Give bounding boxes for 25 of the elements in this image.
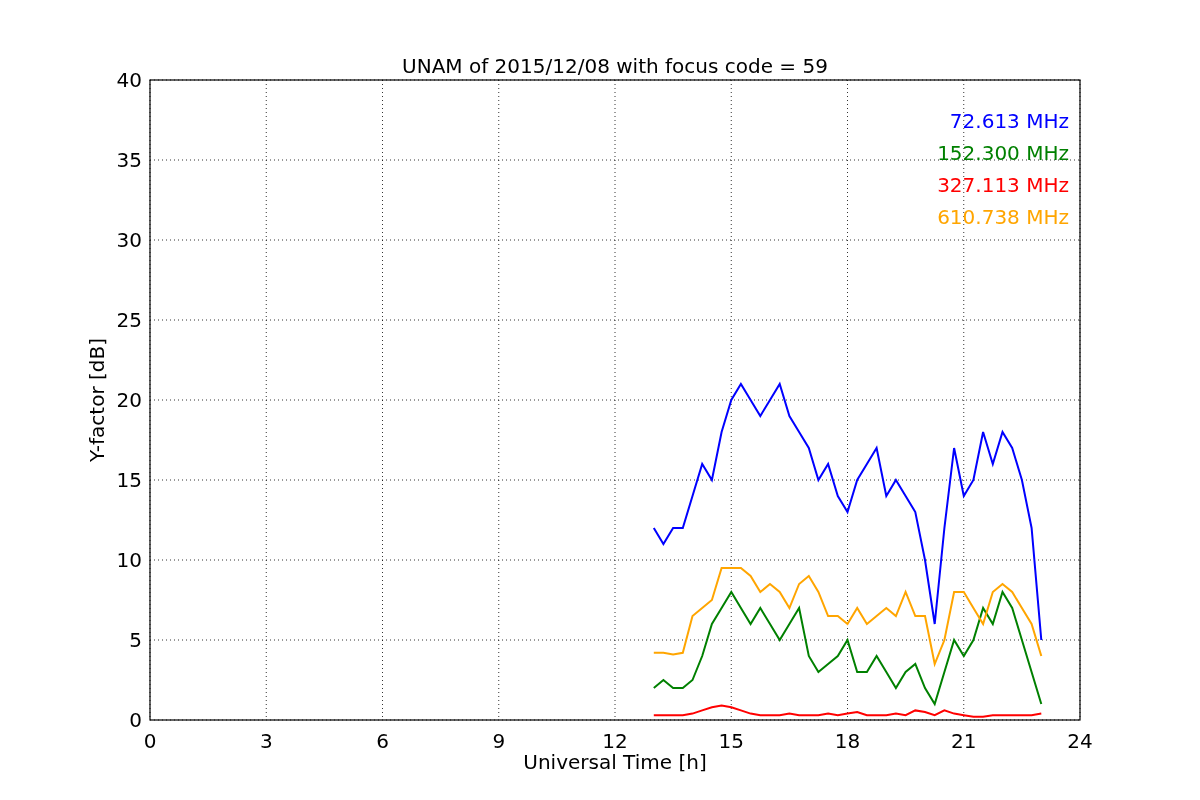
y-tick-label: 35 [116,148,142,172]
x-tick-label: 0 [143,729,157,753]
y-tick-label: 25 [116,308,142,332]
legend-label: 327.113 MHz [937,173,1069,197]
y-tick-label: 40 [116,68,142,92]
y-tick-label: 15 [116,468,142,492]
legend-label: 610.738 MHz [937,205,1069,229]
y-tick-label: 10 [116,548,142,572]
legend-label: 72.613 MHz [949,109,1069,133]
x-tick-label: 9 [492,729,506,753]
x-axis-label: Universal Time [h] [523,750,707,774]
chart-title: UNAM of 2015/12/08 with focus code = 59 [402,54,828,78]
y-axis-label: Y-factor [dB] [85,338,109,462]
y-tick-label: 20 [116,388,142,412]
x-tick-label: 24 [1067,729,1093,753]
x-tick-label: 6 [376,729,389,753]
y-tick-label: 30 [116,228,142,252]
x-tick-label: 15 [718,729,744,753]
y-tick-label: 0 [129,708,142,732]
x-tick-label: 3 [259,729,273,753]
x-tick-label: 21 [951,729,977,753]
x-tick-label: 18 [834,729,861,753]
y-tick-label: 5 [129,628,142,652]
x-tick-label: 12 [602,729,628,753]
legend-label: 152.300 MHz [937,141,1069,165]
